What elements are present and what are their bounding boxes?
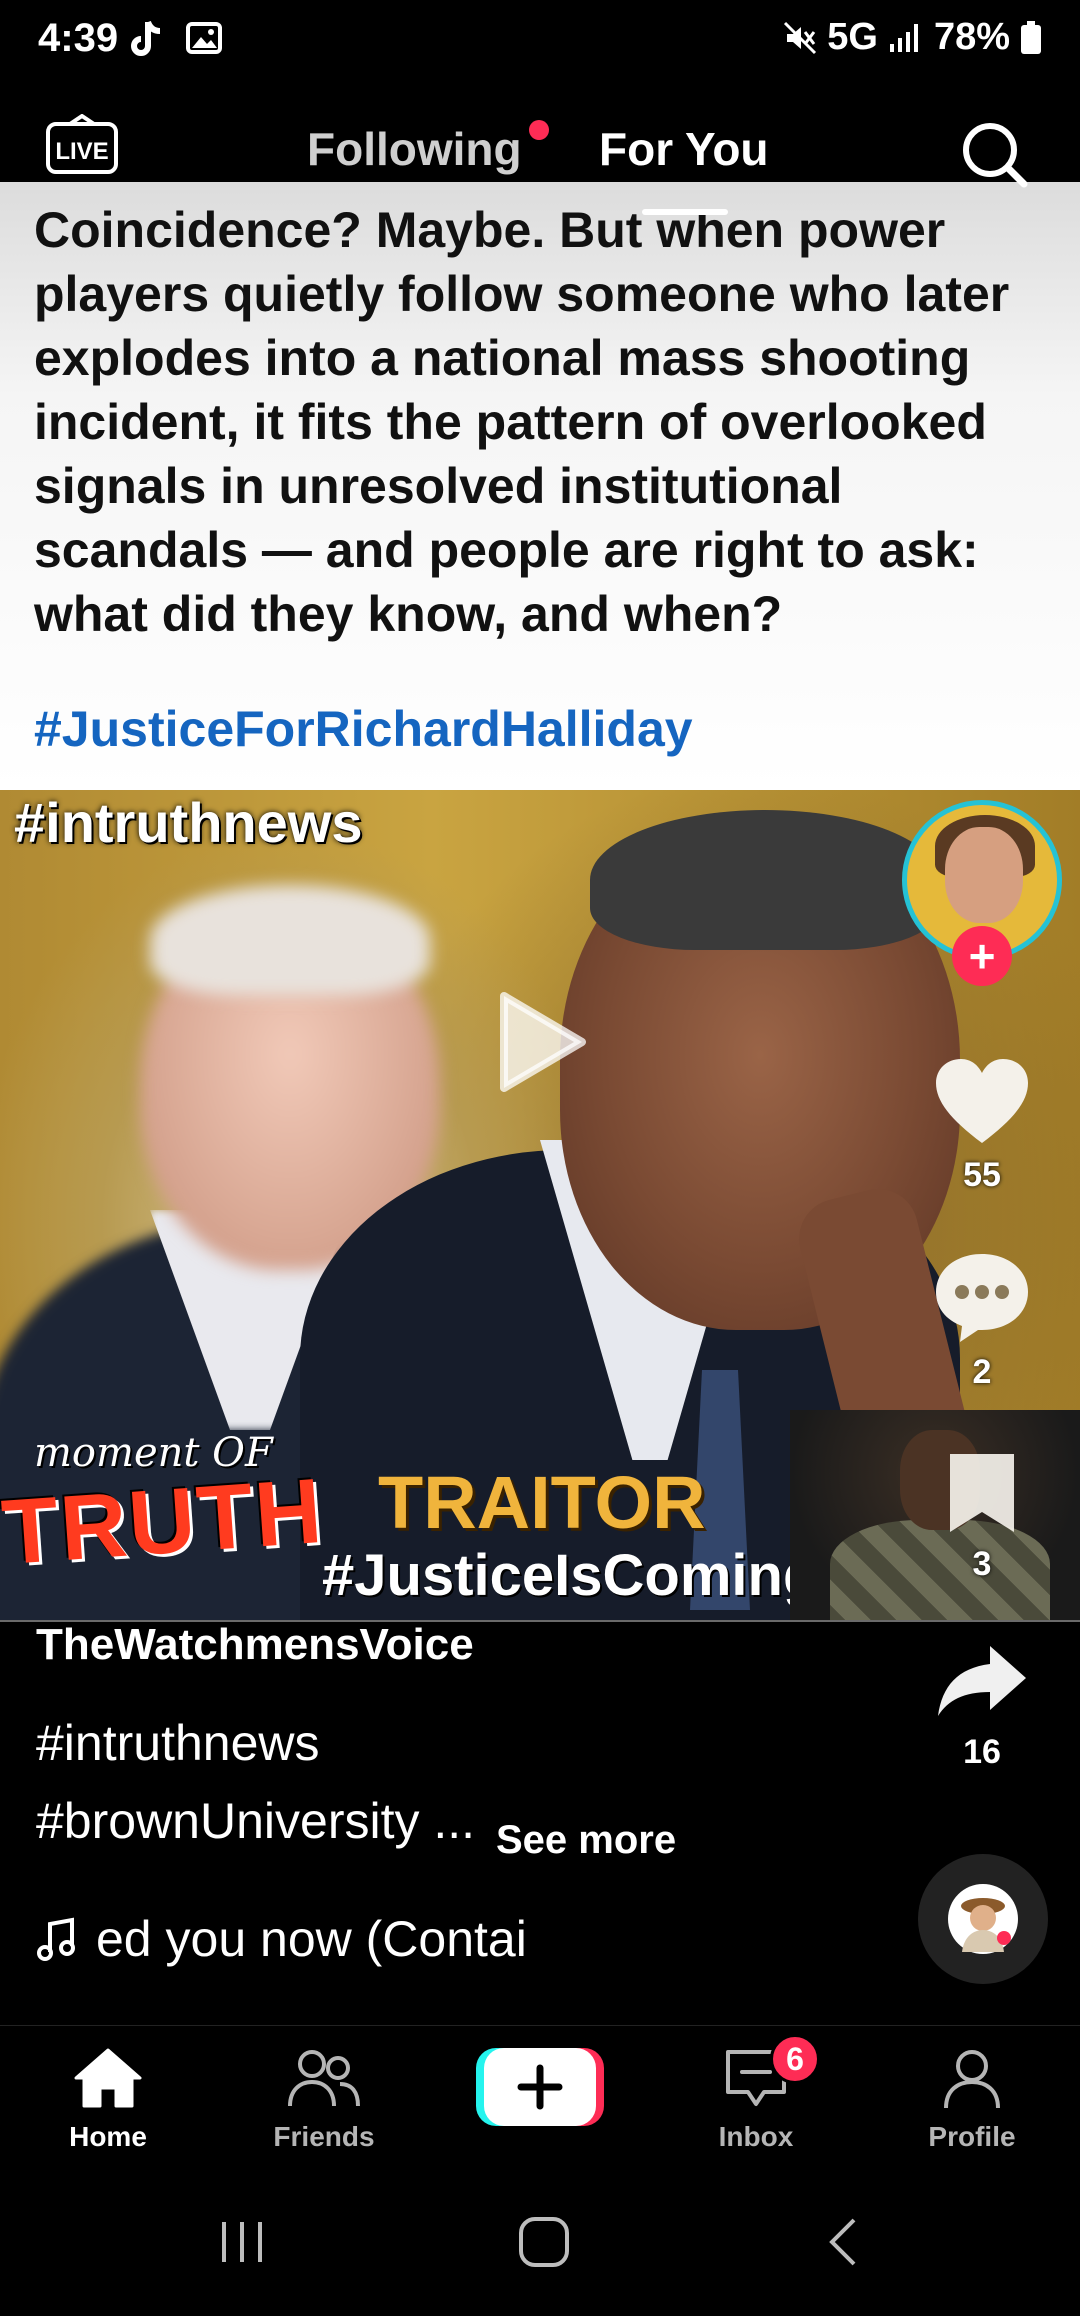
nav-friends-label: Friends [273, 2121, 375, 2152]
following-notification-dot [529, 120, 549, 140]
top-nav: LIVE Following For You [0, 100, 1080, 215]
tab-following[interactable]: Following [307, 122, 522, 176]
cartoon-avatar-icon [961, 1898, 1011, 1952]
nav-home[interactable]: Home [38, 2046, 178, 2153]
profile-icon [944, 2050, 1000, 2109]
music-disc-avatar [948, 1884, 1018, 1954]
home-system-icon[interactable] [516, 2214, 572, 2270]
active-tab-indicator [642, 209, 728, 215]
video-text-panel[interactable]: Coincidence? Maybe. But when power playe… [0, 182, 1080, 790]
status-right: 5G 78% [783, 16, 1042, 59]
avatar-face [945, 827, 1023, 923]
battery-icon [1021, 20, 1041, 54]
battery-percent: 78% [933, 16, 1010, 58]
comment-count: 2 [972, 1353, 992, 1391]
comment-button[interactable]: 2 [930, 1250, 1034, 1392]
live-button[interactable]: LIVE [44, 114, 120, 176]
recent-apps-icon[interactable] [216, 2216, 268, 2268]
save-button[interactable]: 3 [930, 1450, 1034, 1584]
truth-text: TRUTH [0, 1459, 327, 1585]
status-icons-left [126, 18, 224, 62]
share-count: 16 [963, 1733, 1001, 1771]
play-icon[interactable] [498, 990, 588, 1094]
share-button[interactable]: 16 [930, 1642, 1034, 1772]
status-bar: 4:39 5G 78% [0, 0, 1080, 80]
bookmark-icon [950, 1454, 1014, 1532]
nav-home-label: Home [69, 2121, 147, 2152]
music-note-icon [37, 1917, 75, 1961]
nav-inbox-label: Inbox [718, 2121, 794, 2152]
heart-icon [936, 1059, 1028, 1143]
tiktok-screen: 4:39 5G 78% Coincidence? Maybe. But when… [0, 0, 1080, 2316]
gallery-icon [186, 22, 222, 54]
create-plus-button[interactable] [476, 2044, 604, 2128]
comment-icon [936, 1254, 1028, 1342]
post-hashtag: #JusticeForRichardHalliday [34, 701, 693, 757]
nav-profile-label: Profile [928, 2121, 1016, 2152]
system-navigation-bar [0, 2150, 1080, 2316]
music-row[interactable]: ed you now (Contai [36, 1910, 527, 1968]
network-type: 5G [827, 16, 878, 58]
person-left-hair [150, 885, 430, 995]
friends-icon [288, 2050, 360, 2107]
tiktok-icon [131, 20, 161, 56]
search-icon[interactable] [958, 118, 1030, 190]
traitor-text: TRAITOR [378, 1461, 706, 1544]
tab-for-you[interactable]: For You [599, 122, 769, 176]
share-icon [938, 1646, 1026, 1716]
live-label: LIVE [55, 138, 108, 165]
caption-area: TheWatchmensVoice #intruthnews #brownUni… [0, 1620, 1080, 2027]
mute-icon [784, 21, 817, 54]
like-button[interactable]: 55 [930, 1055, 1034, 1195]
bottom-nav: Home Friends Inbox 6 Profile [0, 2025, 1080, 2153]
see-more-link[interactable]: See more [496, 1818, 676, 1863]
signal-icon [889, 23, 918, 52]
video-watermark-hashtag: #intruthnews [14, 791, 363, 854]
caption-hashtag-1[interactable]: #intruthnews [36, 1714, 320, 1772]
home-icon [74, 2048, 142, 2108]
nav-friends[interactable]: Friends [254, 2046, 394, 2153]
save-count: 3 [972, 1545, 992, 1583]
music-title: ed you now (Contai [96, 1911, 527, 1967]
person-right-hair [590, 810, 940, 950]
nav-profile[interactable]: Profile [902, 2046, 1042, 2153]
music-disc[interactable] [918, 1854, 1048, 1984]
caption-hashtag-2[interactable]: #brownUniversity ... [36, 1792, 475, 1850]
status-time: 4:39 [38, 16, 119, 60]
inbox-badge: 6 [770, 2034, 820, 2084]
follow-plus-button[interactable]: + [952, 926, 1012, 986]
post-text: Coincidence? Maybe. But when power playe… [34, 202, 1010, 642]
justice-coming-text: #JusticeIsComing [322, 1543, 819, 1608]
author-name[interactable]: TheWatchmensVoice [36, 1620, 474, 1670]
like-count: 55 [963, 1156, 1001, 1194]
back-icon[interactable] [824, 2214, 864, 2270]
